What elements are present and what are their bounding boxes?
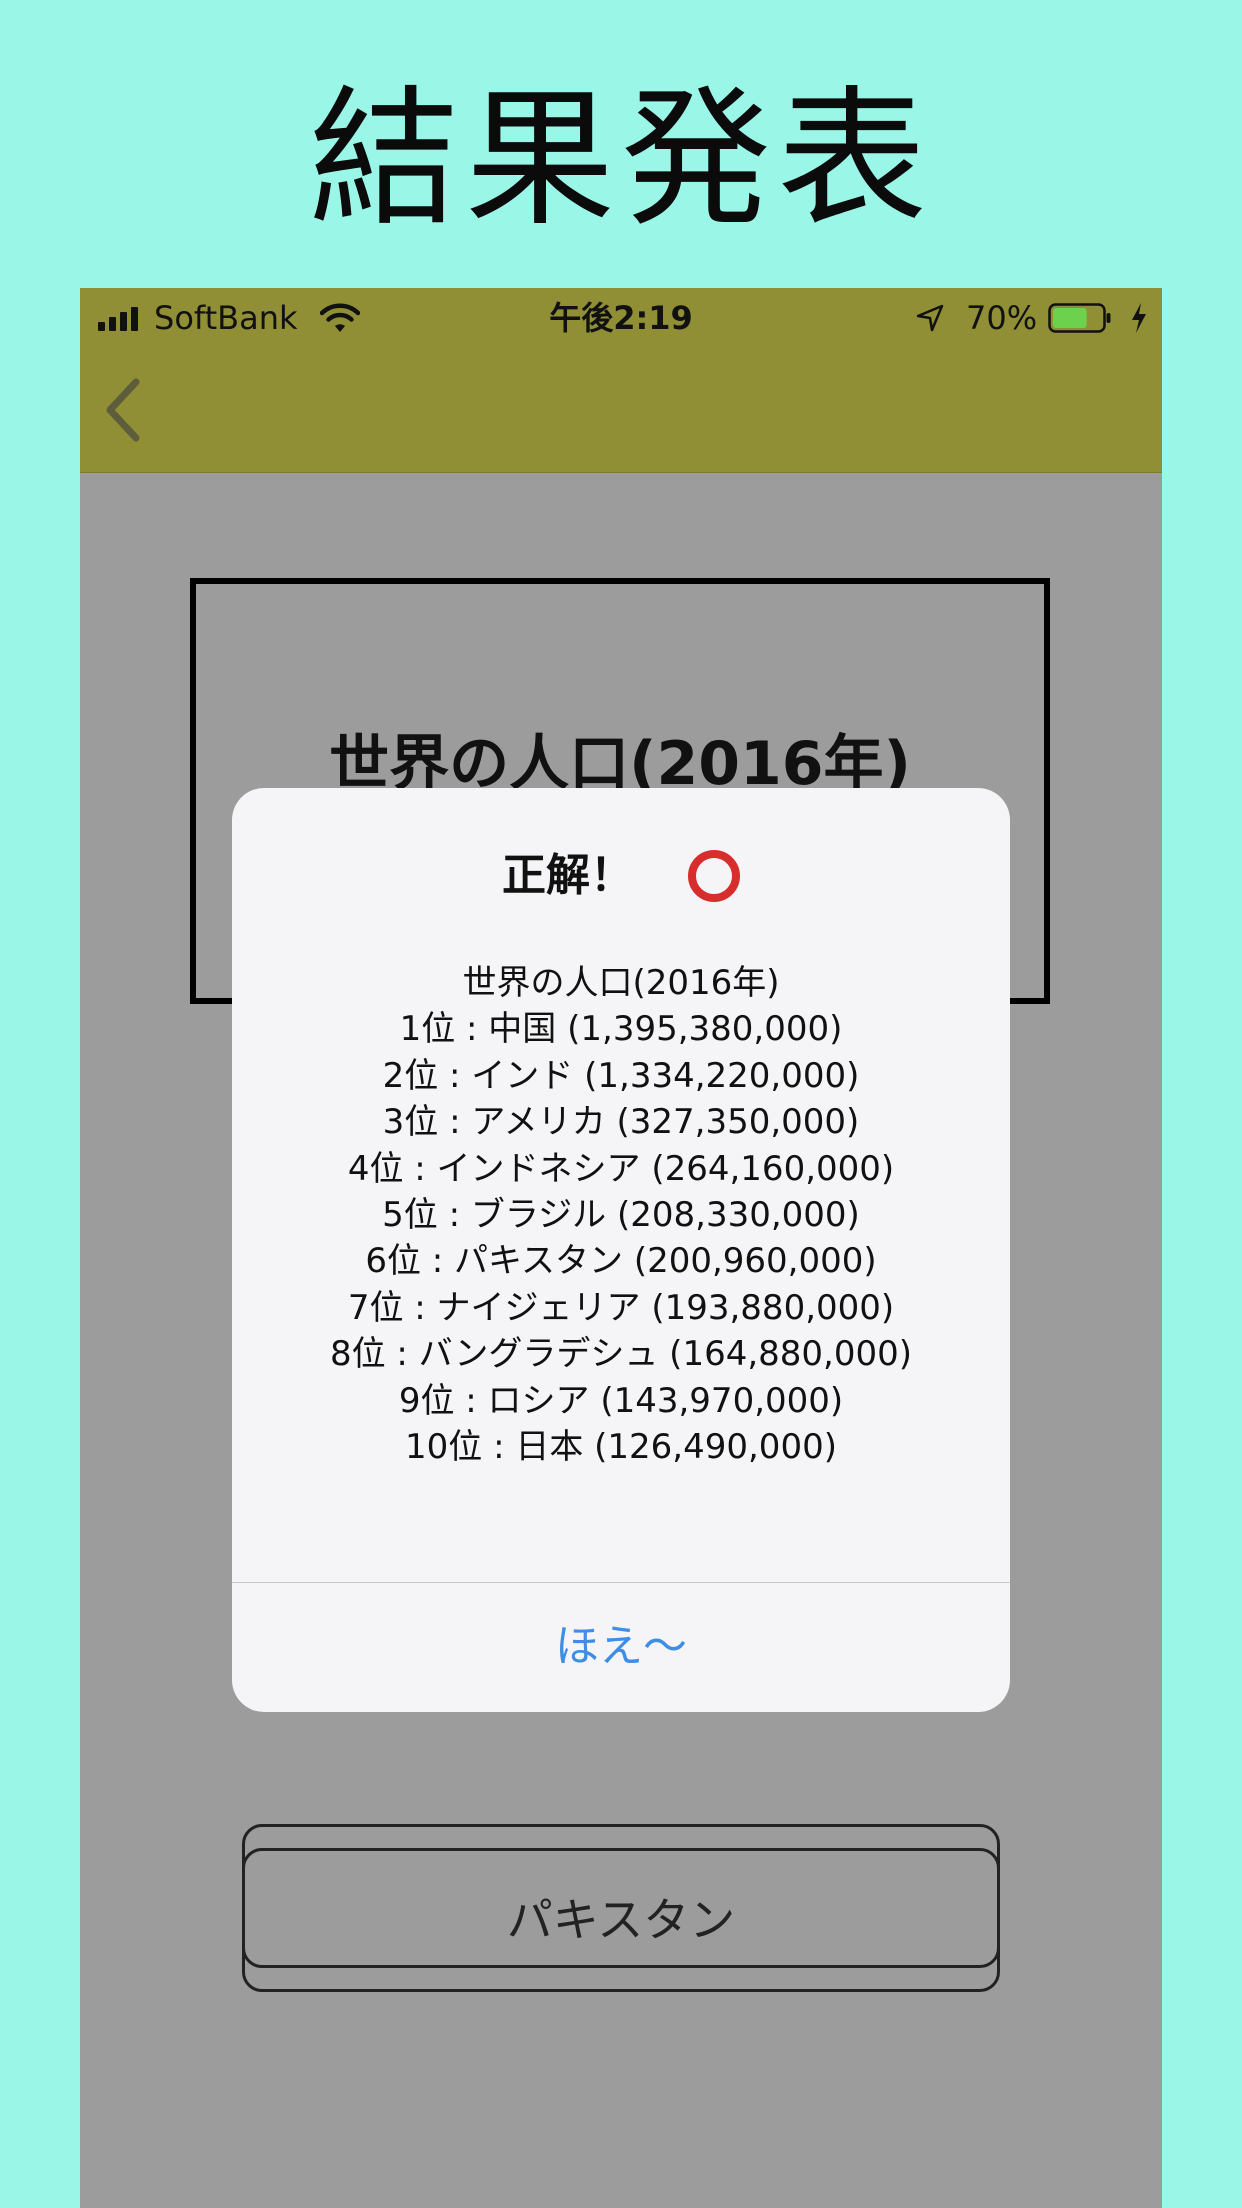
chevron-left-icon[interactable] xyxy=(98,372,148,448)
ranking-line: 3位 : アメリカ (327,350,000) xyxy=(382,1102,860,1143)
ranking-line: 7位 : ナイジェリア (193,880,000) xyxy=(347,1287,895,1328)
ranking-line: 5位 : ブラジル (208,330,000) xyxy=(382,1195,860,1236)
promo-title: 結果発表 xyxy=(308,73,933,247)
ranking-line: 9位 : ロシア (143,970,000) xyxy=(398,1380,844,1421)
location-icon xyxy=(916,304,944,332)
ranking-line: 2位 : インド (1,334,220,000) xyxy=(382,1055,860,1096)
alert-title-row: 正解！ xyxy=(232,836,1010,916)
navigation-bar xyxy=(80,348,1162,473)
red-circle-icon xyxy=(688,850,740,902)
answer-button-pakistan[interactable]: パキスタン xyxy=(242,1848,1000,1992)
alert-ok-button[interactable]: ほえ〜 xyxy=(232,1583,1010,1712)
alert-message: 世界の人口(2016年) 1位 : 中国 (1,395,380,000) 2位 … xyxy=(232,960,1010,1470)
status-bar: SoftBank 午後2:19 70% xyxy=(80,288,1162,348)
ranking-line: 1位 : 中国 (1,395,380,000) xyxy=(399,1009,843,1050)
battery-icon xyxy=(1048,303,1111,333)
ranking-line: 8位 : バングラデシュ (164,880,000) xyxy=(329,1334,913,1375)
alert-title: 正解！ xyxy=(502,850,634,901)
ranking-line: 10位 : 日本 (126,490,000) xyxy=(405,1427,837,1468)
charging-bolt-icon xyxy=(1132,303,1146,333)
result-alert: 正解！ 世界の人口(2016年) 1位 : 中国 (1,395,380,000)… xyxy=(232,788,1010,1712)
ranking-line: 6位 : パキスタン (200,960,000) xyxy=(365,1241,877,1282)
alert-message-title: 世界の人口(2016年) xyxy=(462,963,780,1003)
battery-percent: 70% xyxy=(966,299,1038,337)
phone-screen: SoftBank 午後2:19 70% 世界の人口(2016年) パキスタン 正… xyxy=(80,288,1162,2208)
ranking-line: 4位 : インドネシア (264,160,000) xyxy=(347,1148,895,1189)
